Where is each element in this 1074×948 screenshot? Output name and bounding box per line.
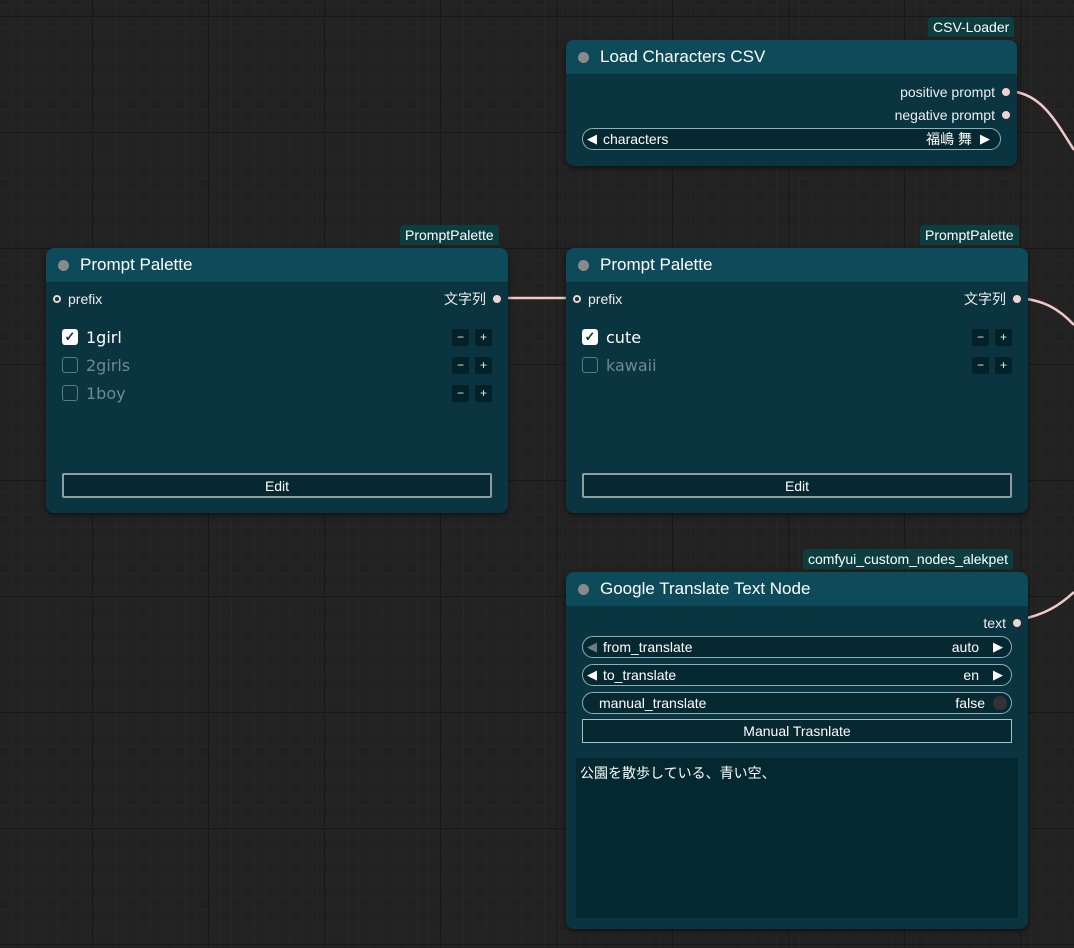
item-label: 1girl	[86, 327, 122, 347]
to-translate-combo[interactable]: ◀ to_translate en ▶	[582, 664, 1012, 686]
checkbox-unchecked[interactable]	[62, 357, 78, 373]
node-header[interactable]: Prompt Palette	[46, 248, 508, 282]
palette-item[interactable]: ✓ cute − +	[582, 326, 1012, 348]
output-slot-dot[interactable]	[493, 295, 501, 303]
node-title: Prompt Palette	[80, 255, 193, 274]
checkbox-checked[interactable]: ✓	[62, 329, 78, 345]
edit-button[interactable]: Edit	[582, 473, 1012, 498]
plus-icon[interactable]: +	[995, 328, 1012, 346]
widget-label: from_translate	[603, 639, 693, 655]
from-translate-combo[interactable]: ◀ from_translate auto ▶	[582, 636, 1012, 658]
plus-icon[interactable]: +	[995, 356, 1012, 374]
manual-translate-toggle[interactable]: manual_translate false	[582, 692, 1012, 714]
left-arrow-icon[interactable]: ◀	[583, 131, 601, 147]
palette-item[interactable]: 1boy − +	[62, 382, 492, 404]
item-label: kawaii	[606, 355, 657, 375]
plus-icon[interactable]: +	[475, 328, 492, 346]
widget-label: manual_translate	[599, 695, 707, 711]
item-label: 2girls	[86, 355, 131, 375]
left-arrow-icon[interactable]: ◀	[583, 667, 601, 683]
output-negative-prompt[interactable]: negative prompt	[894, 106, 1010, 124]
left-arrow-icon[interactable]: ◀	[583, 639, 601, 655]
node-load-characters-csv[interactable]: Load Characters CSV positive prompt nega…	[566, 40, 1017, 166]
plus-icon[interactable]: +	[475, 356, 492, 374]
slot-label: positive prompt	[900, 84, 995, 100]
slot-label: 文字列	[444, 291, 486, 307]
node-header[interactable]: Load Characters CSV	[566, 40, 1017, 74]
slot-label: prefix	[588, 291, 623, 307]
node-collapse-dot[interactable]	[58, 259, 69, 271]
output-string[interactable]: 文字列	[444, 290, 501, 308]
output-slot-dot[interactable]	[1013, 295, 1021, 303]
output-string[interactable]: 文字列	[964, 290, 1021, 308]
widget-value: 福嶋 舞	[926, 131, 972, 147]
node-badge-translate: comfyui_custom_nodes_alekpet	[803, 549, 1014, 569]
node-title: Prompt Palette	[600, 255, 713, 274]
translate-text-area[interactable]: 公園を散歩している、青い空、	[576, 758, 1018, 918]
checkbox-checked[interactable]: ✓	[582, 329, 598, 345]
node-google-translate[interactable]: Google Translate Text Node text ◀ from_t…	[566, 572, 1028, 929]
node-prompt-palette-1[interactable]: Prompt Palette prefix 文字列 ✓ 1girl − + 2g…	[46, 248, 508, 513]
node-prompt-palette-2[interactable]: Prompt Palette prefix 文字列 ✓ cute − + kaw…	[566, 248, 1028, 513]
minus-icon[interactable]: −	[972, 328, 989, 346]
edit-button[interactable]: Edit	[62, 473, 492, 498]
node-collapse-dot[interactable]	[578, 583, 589, 595]
minus-icon[interactable]: −	[452, 384, 469, 402]
output-slot-dot[interactable]	[1002, 88, 1010, 96]
input-prefix[interactable]: prefix	[53, 290, 103, 308]
characters-combo[interactable]: ◀ characters 福嶋 舞 ▶	[582, 128, 1001, 150]
node-title: Google Translate Text Node	[600, 579, 811, 598]
node-badge-palette-1: PromptPalette	[400, 225, 499, 245]
palette-item[interactable]: kawaii − +	[582, 354, 1012, 376]
slot-label: negative prompt	[894, 107, 995, 123]
node-badge-csv-loader: CSV-Loader	[928, 17, 1015, 37]
widget-label: characters	[603, 131, 669, 147]
slot-label: text	[983, 615, 1006, 631]
output-slot-dot[interactable]	[1002, 111, 1010, 119]
output-slot-dot[interactable]	[1013, 619, 1021, 627]
node-badge-palette-2: PromptPalette	[920, 225, 1019, 245]
node-header[interactable]: Prompt Palette	[566, 248, 1028, 282]
item-label: cute	[606, 327, 642, 347]
widget-value: en	[963, 667, 979, 683]
output-positive-prompt[interactable]: positive prompt	[900, 83, 1010, 101]
minus-icon[interactable]: −	[972, 356, 989, 374]
slot-label: 文字列	[964, 291, 1006, 307]
right-arrow-icon[interactable]: ▶	[976, 131, 994, 147]
palette-item[interactable]: ✓ 1girl − +	[62, 326, 492, 348]
widget-value: auto	[951, 639, 979, 655]
node-header[interactable]: Google Translate Text Node	[566, 572, 1028, 606]
right-arrow-icon[interactable]: ▶	[989, 667, 1007, 683]
input-slot-dot[interactable]	[53, 295, 61, 303]
item-label: 1boy	[86, 383, 126, 403]
manual-translate-button[interactable]: Manual Trasnlate	[582, 719, 1012, 743]
palette-item[interactable]: 2girls − +	[62, 354, 492, 376]
node-collapse-dot[interactable]	[578, 259, 589, 271]
right-arrow-icon[interactable]: ▶	[989, 639, 1007, 655]
output-text[interactable]: text	[983, 614, 1021, 632]
input-slot-dot[interactable]	[573, 295, 581, 303]
minus-icon[interactable]: −	[452, 328, 469, 346]
toggle-knob-icon[interactable]	[993, 696, 1007, 710]
checkbox-unchecked[interactable]	[62, 385, 78, 401]
widget-value: false	[955, 695, 985, 711]
slot-label: prefix	[68, 291, 103, 307]
node-title: Load Characters CSV	[600, 47, 766, 66]
input-prefix[interactable]: prefix	[573, 290, 623, 308]
checkbox-unchecked[interactable]	[582, 357, 598, 373]
node-collapse-dot[interactable]	[578, 51, 589, 63]
widget-label: to_translate	[603, 667, 677, 683]
minus-icon[interactable]: −	[452, 356, 469, 374]
plus-icon[interactable]: +	[475, 384, 492, 402]
